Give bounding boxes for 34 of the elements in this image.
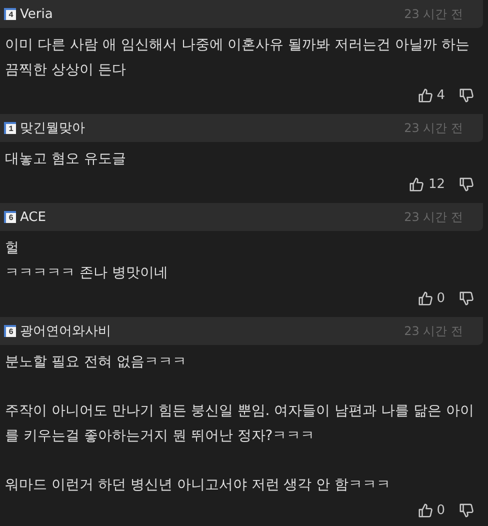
timestamp: 23 시간 전 <box>404 322 463 340</box>
like-button[interactable]: 0 <box>418 502 445 518</box>
thumbs-down-icon <box>459 290 474 306</box>
comment-text: 워마드 이런거 하던 병신년 아니고서야 저런 생각 안 함ㅋㅋㅋ <box>5 476 392 495</box>
author-name[interactable]: Veria <box>20 6 53 22</box>
author-name[interactable]: 맞긴뭘맞아 <box>20 119 85 137</box>
level-badge: 6 <box>4 211 16 223</box>
timestamp: 23 시간 전 <box>404 208 463 226</box>
author-name[interactable]: 광어연어와사비 <box>20 322 111 340</box>
dislike-button[interactable] <box>459 502 474 518</box>
comment-text: 대놓고 혐오 유도글 <box>5 150 127 169</box>
thumbs-up-icon <box>409 176 424 192</box>
dislike-button[interactable] <box>459 176 474 192</box>
level-badge: 6 <box>4 325 16 337</box>
timestamp: 23 시간 전 <box>404 120 463 136</box>
like-button[interactable]: 0 <box>418 290 445 306</box>
comment-text: 주작이 아니어도 만나기 힘든 붕신일 뿐임. 여자들이 남편과 나를 닮은 아이를 키우는걸 좋아하는거지 뭔 뛰어난 정자?ㅋㅋㅋ <box>5 402 475 446</box>
thumbs-up-icon <box>418 88 433 102</box>
thumbs-down-icon <box>459 502 474 518</box>
thumbs-down-icon <box>459 88 474 102</box>
level-badge: 4 <box>4 8 16 20</box>
timestamp: 23 시간 전 <box>404 6 463 22</box>
dislike-button[interactable] <box>459 88 474 102</box>
comment-text: 헐 ㅋㅋㅋㅋㅋ 존나 병맛이네 <box>5 239 169 283</box>
thumbs-up-icon <box>418 290 433 306</box>
thumbs-up-icon <box>418 502 433 518</box>
comment-text: 이미 다른 사람 애 임신해서 나중에 이혼사유 될까봐 저러는건 아닐까 하는 끔찍한 상상이 든다 <box>5 36 471 80</box>
comment-text: 분노할 필요 전혀 없음ㅋㅋㅋ <box>5 353 188 372</box>
level-badge: 1 <box>4 122 16 134</box>
like-button[interactable]: 12 <box>409 176 445 192</box>
author-name[interactable]: ACE <box>20 210 46 224</box>
thumbs-down-icon <box>459 176 474 192</box>
dislike-button[interactable] <box>459 290 474 306</box>
like-button[interactable]: 4 <box>418 88 445 102</box>
